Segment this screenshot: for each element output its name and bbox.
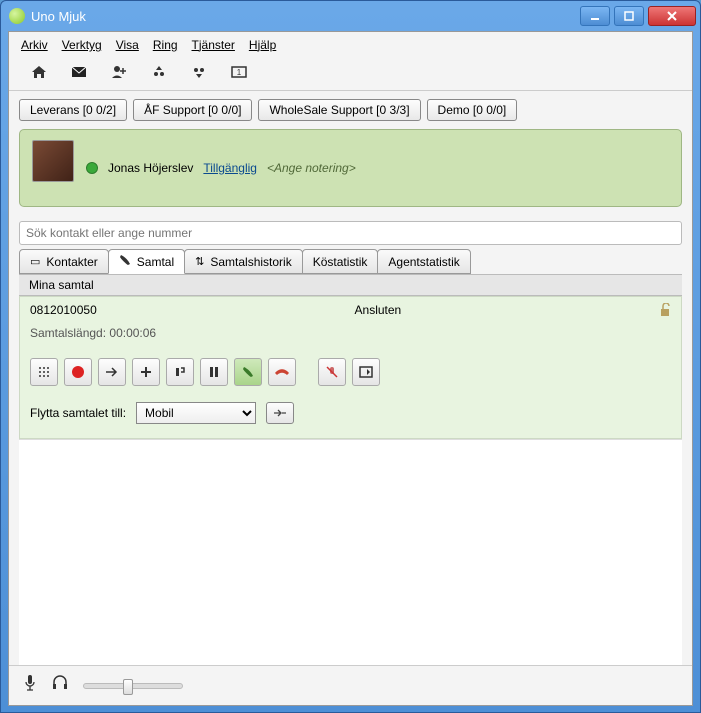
status-indicator-icon [86,162,98,174]
volume-slider[interactable] [83,683,183,689]
toolbar: 1 [9,58,692,91]
duration-value: 00:00:06 [109,326,156,340]
search-input[interactable] [19,221,682,245]
dialpad-button[interactable] [30,358,58,386]
tab-history-label: Samtalshistorik [210,255,291,269]
record-button[interactable] [64,358,92,386]
group-down-icon[interactable] [189,64,209,80]
popout-button[interactable] [352,358,380,386]
window-icon[interactable]: 1 [229,64,249,80]
window-title: Uno Mjuk [31,9,580,24]
tab-history[interactable]: ⇅ Samtalshistorik [184,249,303,274]
queue-leverans[interactable]: Leverans [0 0/2] [19,99,127,121]
profile-line: Jonas Höjerslev Tillgänglig <Ange noteri… [86,140,356,196]
home-icon[interactable] [29,64,49,80]
move-target-select[interactable]: Mobil [136,402,256,424]
tab-contacts[interactable]: ▭ Kontakter [19,249,109,274]
lock-icon[interactable] [659,303,671,320]
client-area: Arkiv Verktyg Visa Ring Tjänster Hjälp 1… [8,31,693,706]
group-up-icon[interactable] [149,64,169,80]
queue-wholesale[interactable]: WholeSale Support [0 3/3] [258,99,420,121]
call-number: 0812010050 [30,303,97,320]
window-controls [580,6,696,26]
queue-demo[interactable]: Demo [0 0/0] [427,99,518,121]
mail-icon[interactable] [69,64,89,80]
history-icon: ⇅ [195,255,204,268]
menu-hjalp[interactable]: Hjälp [243,36,282,54]
calls-section-header: Mina samtal [19,274,682,296]
move-call-row: Flytta samtalet till: Mobil [20,402,681,438]
move-label: Flytta samtalet till: [30,406,126,420]
profile-note[interactable]: <Ange notering> [267,161,356,175]
call-controls [20,358,681,402]
menu-verktyg[interactable]: Verktyg [56,36,108,54]
menu-arkiv[interactable]: Arkiv [15,36,54,54]
menu-ring[interactable]: Ring [147,36,184,54]
move-execute-button[interactable] [266,402,294,424]
menu-bar: Arkiv Verktyg Visa Ring Tjänster Hjälp [9,32,692,58]
avatar [32,140,74,182]
tab-calls[interactable]: Samtal [108,249,185,274]
active-call-panel: 0812010050 Ansluten Samtalslängd: 00:00:… [19,296,682,439]
profile-card: Jonas Höjerslev Tillgänglig <Ange noteri… [19,129,682,207]
tab-calls-label: Samtal [137,255,174,269]
hangup-button[interactable] [268,358,296,386]
duration-label: Samtalslängd: [30,326,106,340]
empty-area [19,439,682,665]
call-duration: Samtalslängd: 00:00:06 [20,322,681,358]
tab-agentstats-label: Agentstatistik [388,255,459,269]
add-user-icon[interactable] [109,64,129,80]
minimize-button[interactable] [580,6,610,26]
slider-thumb[interactable] [123,679,133,695]
mute-mic-button[interactable] [318,358,346,386]
queue-buttons: Leverans [0 0/2] ÅF Support [0 0/0] Whol… [9,91,692,129]
tabs: ▭ Kontakter Samtal ⇅ Samtalshistorik Kös… [9,249,692,274]
status-bar [9,665,692,705]
app-icon [9,8,25,24]
close-button[interactable] [648,6,696,26]
mic-icon[interactable] [23,674,37,697]
transfer-button[interactable] [98,358,126,386]
title-bar: Uno Mjuk [1,1,700,31]
contacts-icon: ▭ [30,255,40,268]
tab-queuestats[interactable]: Köstatistik [302,249,379,274]
maximize-button[interactable] [614,6,644,26]
app-window: Uno Mjuk Arkiv Verktyg Visa Ring Tjänste… [0,0,701,713]
svg-text:1: 1 [237,68,242,77]
answer-button[interactable] [234,358,262,386]
search-row [9,217,692,249]
menu-visa[interactable]: Visa [110,36,145,54]
park-button[interactable] [166,358,194,386]
call-status: Ansluten [355,303,402,320]
phone-icon [119,254,131,269]
tab-contacts-label: Kontakter [46,255,97,269]
menu-tjanster[interactable]: Tjänster [186,36,241,54]
hold-button[interactable] [200,358,228,386]
tab-queuestats-label: Köstatistik [313,255,368,269]
spacer [302,358,312,386]
add-call-button[interactable] [132,358,160,386]
profile-name: Jonas Höjerslev [108,161,193,175]
headset-icon[interactable] [51,675,69,696]
queue-af-support[interactable]: ÅF Support [0 0/0] [133,99,252,121]
tab-agentstats[interactable]: Agentstatistik [377,249,470,274]
status-link[interactable]: Tillgänglig [203,161,257,175]
